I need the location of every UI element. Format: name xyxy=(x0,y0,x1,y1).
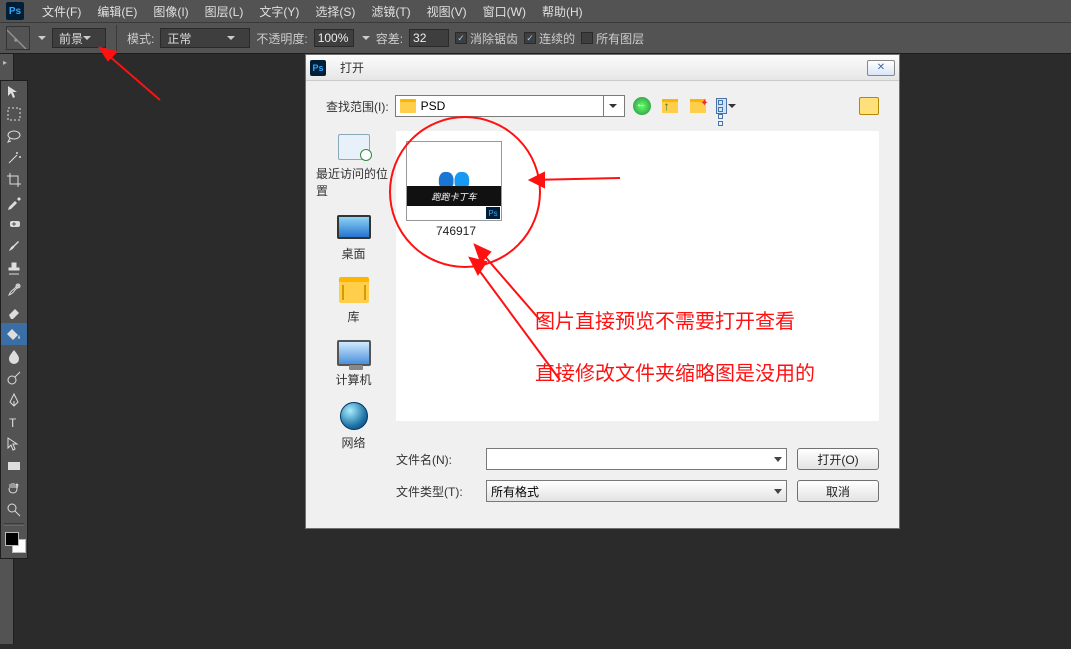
move-tool[interactable] xyxy=(1,81,27,103)
zoom-tool[interactable] xyxy=(1,499,27,521)
file-item[interactable]: 👥 跑跑卡丁车 Ps 746917 xyxy=(406,141,506,238)
nav-back-button[interactable] xyxy=(631,95,653,117)
tolerance-label: 容差: xyxy=(376,30,403,47)
heal-tool[interactable] xyxy=(1,213,27,235)
filetype-select[interactable]: 所有格式 xyxy=(486,480,787,502)
dialog-titlebar: Ps 打开 ✕ xyxy=(306,55,899,81)
menu-image[interactable]: 图像(I) xyxy=(145,3,196,20)
stamp-tool[interactable] xyxy=(1,257,27,279)
cancel-button[interactable]: 取消 xyxy=(797,480,879,502)
folder-icon xyxy=(400,99,416,113)
path-select-tool[interactable] xyxy=(1,433,27,455)
brush-tool[interactable] xyxy=(1,235,27,257)
filename-input[interactable] xyxy=(486,448,787,470)
eraser-tool[interactable] xyxy=(1,301,27,323)
color-swatches[interactable] xyxy=(1,528,27,558)
open-dialog: Ps 打开 ✕ 查找范围(I): PSD 最近访问的位置桌面库计算机网络 👥 跑… xyxy=(305,54,900,529)
opacity-label: 不透明度: xyxy=(256,30,307,47)
history-brush-tool[interactable] xyxy=(1,279,27,301)
filetype-label: 文件类型(T): xyxy=(396,483,476,500)
type-tool[interactable]: T xyxy=(1,411,27,433)
dialog-ps-icon: Ps xyxy=(310,60,326,76)
pen-tool[interactable] xyxy=(1,389,27,411)
svg-text:T: T xyxy=(9,416,17,430)
nav-up-button[interactable] xyxy=(659,95,681,117)
menu-view[interactable]: 视图(V) xyxy=(419,3,475,20)
antialias-check[interactable]: ✓消除锯齿 xyxy=(455,30,518,47)
tool-preset-dropdown[interactable] xyxy=(38,36,46,40)
nav-extra-button[interactable] xyxy=(859,97,879,115)
blur-tool[interactable] xyxy=(1,345,27,367)
menu-select[interactable]: 选择(S) xyxy=(307,3,363,20)
mode-select[interactable]: 正常 xyxy=(160,28,250,48)
places-bar: 最近访问的位置桌面库计算机网络 xyxy=(316,131,391,451)
options-bar: 前景 模式: 正常 不透明度: 100% 容差: 32 ✓消除锯齿 ✓连续的 所… xyxy=(0,22,1071,54)
file-name-label: 746917 xyxy=(406,224,506,238)
file-list[interactable]: 👥 跑跑卡丁车 Ps 746917 xyxy=(396,131,879,421)
all-layers-check[interactable]: 所有图层 xyxy=(581,30,644,47)
contiguous-check[interactable]: ✓连续的 xyxy=(524,30,575,47)
tool-palette: T xyxy=(0,80,28,559)
eyedropper-tool[interactable] xyxy=(1,191,27,213)
ps-logo: Ps xyxy=(6,2,24,20)
dialog-title: 打开 xyxy=(340,59,364,76)
shape-tool[interactable] xyxy=(1,455,27,477)
nav-viewmenu-button[interactable] xyxy=(715,95,737,117)
mode-label: 模式: xyxy=(127,30,154,47)
hand-tool[interactable] xyxy=(1,477,27,499)
menu-help[interactable]: 帮助(H) xyxy=(534,3,591,20)
opacity-field[interactable]: 100% xyxy=(314,29,354,47)
lasso-tool[interactable] xyxy=(1,125,27,147)
place-ic-comp[interactable]: 计算机 xyxy=(335,337,373,388)
lookin-select[interactable]: PSD xyxy=(395,95,625,117)
place-ic-net[interactable]: 网络 xyxy=(335,400,373,451)
wand-tool[interactable] xyxy=(1,147,27,169)
crop-tool[interactable] xyxy=(1,169,27,191)
file-thumbnail: 👥 跑跑卡丁车 Ps xyxy=(406,141,502,221)
menu-type[interactable]: 文字(Y) xyxy=(251,3,307,20)
menu-window[interactable]: 窗口(W) xyxy=(475,3,534,20)
marquee-tool[interactable] xyxy=(1,103,27,125)
bucket-tool[interactable] xyxy=(1,323,27,345)
fill-source-select[interactable]: 前景 xyxy=(52,28,106,48)
filename-label: 文件名(N): xyxy=(396,451,476,468)
menu-bar: Ps 文件(F) 编辑(E) 图像(I) 图层(L) 文字(Y) 选择(S) 滤… xyxy=(0,0,1071,22)
open-button[interactable]: 打开(O) xyxy=(797,448,879,470)
menu-file[interactable]: 文件(F) xyxy=(34,3,89,20)
tolerance-field[interactable]: 32 xyxy=(409,29,449,47)
place-ic-recent[interactable]: 最近访问的位置 xyxy=(316,131,391,199)
menu-edit[interactable]: 编辑(E) xyxy=(89,3,145,20)
dodge-tool[interactable] xyxy=(1,367,27,389)
menu-layer[interactable]: 图层(L) xyxy=(197,3,252,20)
place-ic-lib[interactable]: 库 xyxy=(335,274,373,325)
nav-newfolder-button[interactable] xyxy=(687,95,709,117)
dialog-close-button[interactable]: ✕ xyxy=(867,60,895,76)
menu-filter[interactable]: 滤镜(T) xyxy=(363,3,418,20)
bucket-tool-icon[interactable] xyxy=(6,26,30,50)
lookin-label: 查找范围(I): xyxy=(326,98,389,115)
place-ic-desktop[interactable]: 桌面 xyxy=(335,211,373,262)
